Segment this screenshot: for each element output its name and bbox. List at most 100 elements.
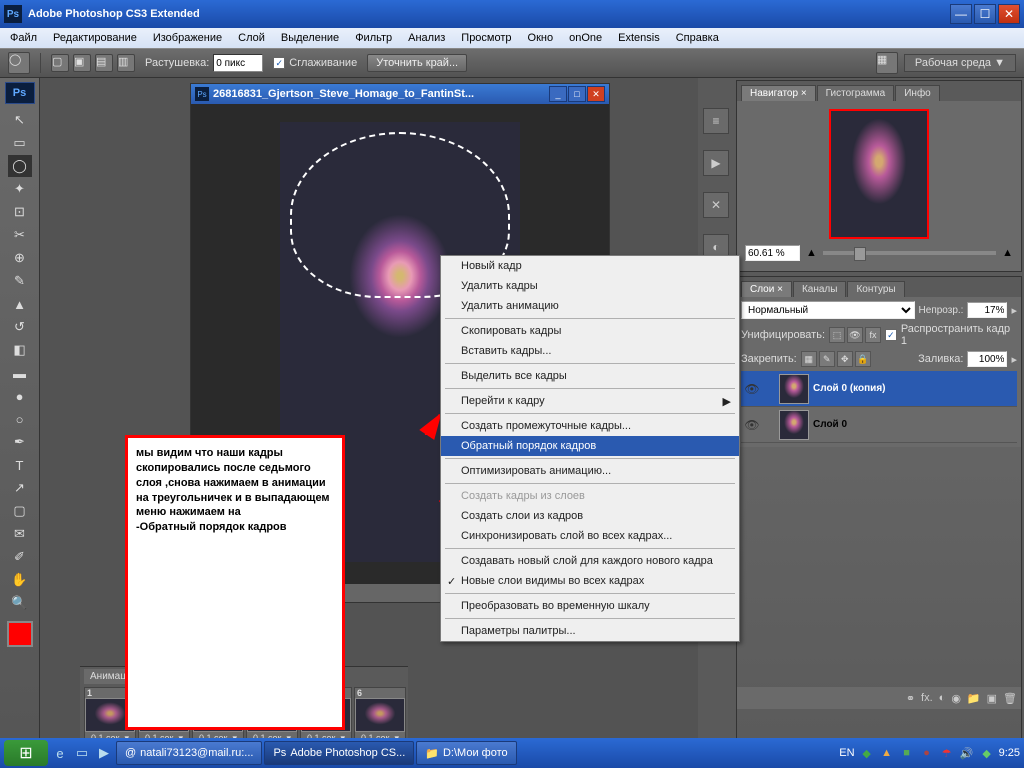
taskbar-task[interactable]: 📁D:\Мои фото: [416, 741, 516, 765]
context-item[interactable]: Новый кадр: [441, 256, 739, 276]
navigator-tab-2[interactable]: Инфо: [895, 85, 940, 101]
notes-tool[interactable]: ✉: [8, 523, 32, 545]
doc-minimize-button[interactable]: _: [549, 86, 567, 102]
unify-position-icon[interactable]: ⬚: [829, 327, 845, 343]
lock-all-icon[interactable]: 🔒: [855, 351, 871, 367]
navigator-zoom-slider[interactable]: [823, 251, 996, 255]
tool-presets-icon[interactable]: ✕: [703, 192, 729, 218]
navigator-thumbnail[interactable]: [829, 109, 929, 239]
menu-файл[interactable]: Файл: [4, 30, 43, 46]
lock-position-icon[interactable]: ✥: [837, 351, 853, 367]
zoom-tool[interactable]: 🔍: [8, 592, 32, 614]
language-indicator[interactable]: EN: [839, 747, 854, 759]
maximize-button[interactable]: ☐: [974, 4, 996, 24]
menu-extensis[interactable]: Extensis: [612, 30, 666, 46]
layers-tab-1[interactable]: Каналы: [793, 281, 847, 297]
doc-maximize-button[interactable]: □: [568, 86, 586, 102]
tray-icon[interactable]: ◆: [979, 745, 995, 761]
menu-изображение[interactable]: Изображение: [147, 30, 228, 46]
selection-new-icon[interactable]: ▢: [51, 54, 69, 72]
visibility-eye-icon[interactable]: 👁: [743, 380, 761, 398]
tray-icon[interactable]: ◆: [859, 745, 875, 761]
layer-row[interactable]: 👁Слой 0: [741, 407, 1017, 443]
animation-frame-6[interactable]: 60,1 сек. ▾: [354, 687, 406, 745]
context-item[interactable]: Перейти к кадру▶: [441, 391, 739, 411]
blur-tool[interactable]: ●: [8, 385, 32, 407]
context-item[interactable]: Удалить кадры: [441, 276, 739, 296]
menu-справка[interactable]: Справка: [670, 30, 725, 46]
feather-input[interactable]: [213, 54, 263, 72]
history-brush-tool[interactable]: ↺: [8, 316, 32, 338]
clock[interactable]: 9:25: [999, 747, 1020, 759]
document-titlebar[interactable]: Ps 26816831_Gjertson_Steve_Homage_to_Fan…: [191, 84, 609, 104]
move-tool[interactable]: ↖: [8, 109, 32, 131]
context-item[interactable]: Создать промежуточные кадры...: [441, 416, 739, 436]
zoom-in-icon[interactable]: ▲: [1002, 247, 1013, 259]
hand-tool[interactable]: ✋: [8, 569, 32, 591]
menu-окно[interactable]: Окно: [522, 30, 560, 46]
new-layer-icon[interactable]: ▣: [987, 692, 997, 705]
layer-thumbnail[interactable]: [779, 410, 809, 440]
context-item[interactable]: Оптимизировать анимацию...: [441, 461, 739, 481]
zoom-out-icon[interactable]: ▲: [806, 247, 817, 259]
heal-tool[interactable]: ⊕: [8, 247, 32, 269]
tray-volume-icon[interactable]: 🔊: [959, 745, 975, 761]
marquee-tool[interactable]: ▭: [8, 132, 32, 154]
type-tool[interactable]: T: [8, 454, 32, 476]
visibility-eye-icon[interactable]: 👁: [743, 416, 761, 434]
taskbar-task[interactable]: @natali73123@mail.ru:...: [116, 741, 262, 765]
close-button[interactable]: ✕: [998, 4, 1020, 24]
pen-tool[interactable]: ✒: [8, 431, 32, 453]
link-layers-icon[interactable]: ⚭: [906, 692, 915, 705]
actions-panel-icon[interactable]: ▶: [703, 150, 729, 176]
eraser-tool[interactable]: ◧: [8, 339, 32, 361]
layer-mask-icon[interactable]: ◐: [939, 692, 946, 704]
tray-icon[interactable]: ☂: [939, 745, 955, 761]
menu-слой[interactable]: Слой: [232, 30, 271, 46]
lasso-tool[interactable]: ◯: [8, 155, 32, 177]
menu-редактирование[interactable]: Редактирование: [47, 30, 143, 46]
context-item[interactable]: Удалить анимацию: [441, 296, 739, 316]
selection-add-icon[interactable]: ▣: [73, 54, 91, 72]
blend-mode-select[interactable]: Нормальный: [741, 301, 915, 319]
context-item[interactable]: Обратный порядок кадров: [441, 436, 739, 456]
navigator-tab-0[interactable]: Навигатор ×: [741, 85, 816, 101]
slice-tool[interactable]: ✂: [8, 224, 32, 246]
propagate-checkbox[interactable]: ✓: [885, 329, 897, 341]
menu-onone[interactable]: onOne: [563, 30, 608, 46]
context-item[interactable]: Создавать новый слой для каждого нового …: [441, 551, 739, 571]
foreground-color-swatch[interactable]: [7, 621, 33, 647]
navigator-zoom-input[interactable]: [745, 245, 800, 261]
layer-thumbnail[interactable]: [779, 374, 809, 404]
layers-tab-0[interactable]: Слои ×: [741, 281, 792, 297]
menu-анализ[interactable]: Анализ: [402, 30, 451, 46]
layers-tab-2[interactable]: Контуры: [847, 281, 904, 297]
taskbar-task[interactable]: PsAdobe Photoshop CS...: [264, 741, 414, 765]
delete-layer-icon[interactable]: 🗑: [1003, 692, 1017, 705]
shape-tool[interactable]: ▢: [8, 500, 32, 522]
layer-row[interactable]: 👁Слой 0 (копия): [741, 371, 1017, 407]
layer-group-icon[interactable]: 📁: [967, 692, 981, 705]
wand-tool[interactable]: ✦: [8, 178, 32, 200]
fill-input[interactable]: [967, 351, 1007, 367]
unify-visibility-icon[interactable]: 👁: [847, 327, 863, 343]
antialias-checkbox[interactable]: ✓: [273, 57, 285, 69]
unify-style-icon[interactable]: fx: [865, 327, 881, 343]
layer-style-icon[interactable]: fx.: [921, 692, 933, 704]
context-item[interactable]: Скопировать кадры: [441, 321, 739, 341]
path-tool[interactable]: ↗: [8, 477, 32, 499]
tray-icon[interactable]: ■: [899, 745, 915, 761]
history-panel-icon[interactable]: ≡: [703, 108, 729, 134]
minimize-button[interactable]: —: [950, 4, 972, 24]
stamp-tool[interactable]: ▲: [8, 293, 32, 315]
quicklaunch-desktop-icon[interactable]: ▭: [72, 743, 92, 763]
doc-close-button[interactable]: ✕: [587, 86, 605, 102]
selection-sub-icon[interactable]: ▤: [95, 54, 113, 72]
context-item[interactable]: Синхронизировать слой во всех кадрах...: [441, 526, 739, 546]
refine-edge-button[interactable]: Уточнить край...: [367, 54, 467, 72]
menu-выделение[interactable]: Выделение: [275, 30, 345, 46]
adjustment-layer-icon[interactable]: ◉: [951, 692, 961, 705]
bridge-icon[interactable]: ▦: [876, 52, 898, 74]
menu-просмотр[interactable]: Просмотр: [455, 30, 517, 46]
context-item[interactable]: Вставить кадры...: [441, 341, 739, 361]
